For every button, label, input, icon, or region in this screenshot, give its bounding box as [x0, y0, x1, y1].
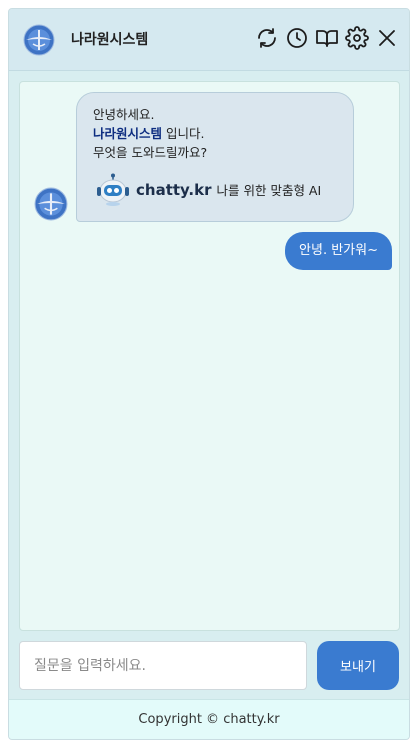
greeting-text: 안녕하세요. — [93, 107, 155, 122]
help-question: 무엇을 도와드릴까요? — [93, 145, 208, 160]
app-title: 나라원시스템 — [71, 32, 149, 48]
history-icon — [287, 28, 307, 48]
robot-icon — [97, 173, 129, 206]
header-toolbar — [255, 26, 399, 50]
intro-suffix: 입니다. — [162, 126, 205, 141]
chatty-brand[interactable]: chatty.kr — [136, 181, 212, 200]
chat-widget: 나라원시스템 안녕하세요. 나라원시스템 입니다. 무엇을 도와드릴까요? ch… — [8, 8, 410, 740]
bot-message: 안녕하세요. 나라원시스템 입니다. 무엇을 도와드릴까요? chatty.kr… — [76, 92, 354, 222]
user-message: 안녕. 반가워~ — [285, 232, 392, 270]
footer-copyright: Copyright © chatty.kr — [9, 699, 409, 739]
gear-icon — [345, 26, 369, 50]
refresh-icon — [258, 28, 276, 48]
brand-name: 나라원시스템 — [93, 126, 163, 141]
chatty-tagline: 나를 위한 맞춤형 AI — [216, 182, 322, 198]
history-button[interactable] — [285, 26, 309, 50]
refresh-button[interactable] — [255, 26, 279, 50]
question-input[interactable] — [19, 641, 307, 690]
send-button[interactable]: 보내기 — [317, 641, 399, 690]
close-button[interactable] — [375, 26, 399, 50]
intro-line: 나라원시스템 입니다. — [93, 124, 339, 143]
bot-avatar — [34, 187, 68, 221]
chat-history[interactable]: 안녕하세요. 나라원시스템 입니다. 무엇을 도와드릴까요? chatty.kr… — [19, 81, 400, 631]
close-icon — [379, 30, 395, 46]
settings-button[interactable] — [345, 26, 369, 50]
book-icon — [316, 30, 338, 47]
company-logo — [23, 24, 55, 56]
guide-button[interactable] — [315, 26, 339, 50]
chatty-branding: chatty.kr 나를 위한 맞춤형 AI — [95, 173, 321, 207]
header: 나라원시스템 — [9, 9, 409, 71]
